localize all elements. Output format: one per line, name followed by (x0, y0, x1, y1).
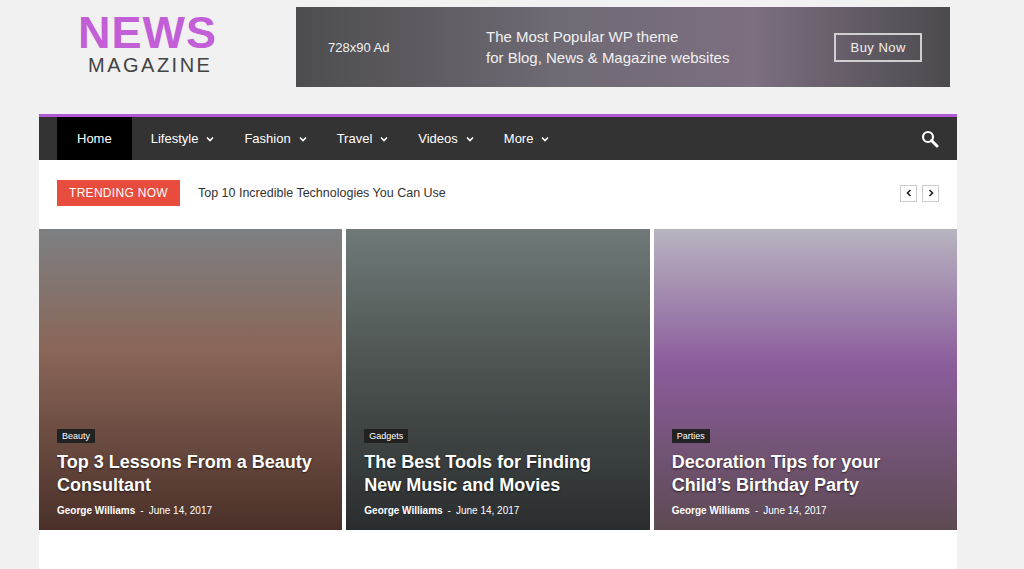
next-button[interactable] (922, 185, 939, 202)
author[interactable]: George Williams (364, 505, 442, 516)
nav-bar: Home Lifestyle Fashion Travel Videos Mor… (39, 117, 957, 160)
ad-text: The Most Popular WP theme for Blog, News… (486, 26, 834, 68)
date: June 14, 2017 (763, 505, 826, 516)
separator: - (755, 505, 758, 516)
category-tag[interactable]: Beauty (57, 429, 95, 443)
date: June 14, 2017 (149, 505, 212, 516)
nav-item[interactable]: More (489, 117, 565, 160)
chevron-down-icon (466, 136, 474, 142)
featured-grid: Beauty Top 3 Lessons From a Beauty Consu… (39, 229, 957, 530)
buy-now-button[interactable]: Buy Now (834, 33, 922, 62)
nav-item[interactable]: Travel (322, 117, 404, 160)
category-tag[interactable]: Gadgets (364, 429, 408, 443)
card-meta: George Williams - June 14, 2017 (672, 505, 827, 516)
card-meta: George Williams - June 14, 2017 (364, 505, 519, 516)
trending-bar: TRENDING NOW Top 10 Incredible Technolog… (39, 160, 957, 229)
nav-item[interactable]: Home (57, 117, 132, 160)
header: NEWS MAGAZINE 728x90 Ad The Most Popular… (0, 0, 1024, 87)
featured-card[interactable]: Parties Decoration Tips for your Child’s… (654, 229, 957, 530)
chevron-down-icon (541, 136, 549, 142)
category-tag[interactable]: Parties (672, 429, 710, 443)
separator: - (448, 505, 451, 516)
chevron-down-icon (206, 136, 214, 142)
trending-headline[interactable]: Top 10 Incredible Technologies You Can U… (198, 186, 900, 200)
logo-subtitle: MAGAZINE (88, 53, 296, 77)
ad-line: for Blog, News & Magazine websites (486, 47, 834, 68)
featured-card[interactable]: Beauty Top 3 Lessons From a Beauty Consu… (39, 229, 342, 530)
author[interactable]: George Williams (57, 505, 135, 516)
date: June 14, 2017 (456, 505, 519, 516)
chevron-right-icon (928, 189, 934, 197)
ad-banner[interactable]: 728x90 Ad The Most Popular WP theme for … (296, 7, 950, 87)
search-icon[interactable] (921, 130, 939, 148)
ad-line: The Most Popular WP theme (486, 26, 834, 47)
separator: - (140, 505, 143, 516)
main-container: Home Lifestyle Fashion Travel Videos Mor… (39, 114, 957, 569)
chevron-down-icon (299, 136, 307, 142)
logo[interactable]: NEWS MAGAZINE (78, 7, 296, 87)
author[interactable]: George Williams (672, 505, 750, 516)
card-title[interactable]: The Best Tools for Finding New Music and… (364, 451, 631, 497)
trending-arrows (900, 185, 939, 202)
logo-title: NEWS (78, 13, 296, 53)
trending-badge: TRENDING NOW (57, 180, 180, 206)
nav-item[interactable]: Fashion (229, 117, 321, 160)
card-meta: George Williams - June 14, 2017 (57, 505, 212, 516)
featured-card[interactable]: Gadgets The Best Tools for Finding New M… (346, 229, 649, 530)
prev-button[interactable] (900, 185, 917, 202)
chevron-down-icon (380, 136, 388, 142)
page: NEWS MAGAZINE 728x90 Ad The Most Popular… (0, 0, 1024, 569)
chevron-left-icon (906, 189, 912, 197)
nav-item[interactable]: Videos (403, 117, 489, 160)
ad-size: 728x90 Ad (328, 40, 486, 55)
nav-item[interactable]: Lifestyle (136, 117, 230, 160)
card-title[interactable]: Top 3 Lessons From a Beauty Consultant (57, 451, 324, 497)
card-title[interactable]: Decoration Tips for your Child’s Birthda… (672, 451, 939, 497)
